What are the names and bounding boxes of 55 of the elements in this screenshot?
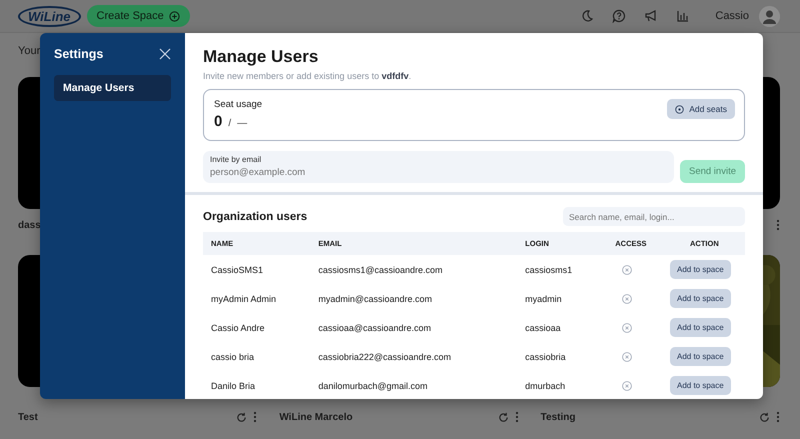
close-icon[interactable] bbox=[159, 48, 171, 60]
table-cell: cassiosms1@cassioandre.com bbox=[310, 255, 518, 284]
megaphone-icon[interactable] bbox=[644, 9, 658, 23]
subtitle: Invite new members or add existing users to vdfdfv. bbox=[203, 71, 412, 81]
page-heading: Your bbox=[18, 45, 40, 57]
field-label: Invite by email bbox=[210, 155, 262, 164]
table-cell-text: dmurbach bbox=[524, 380, 566, 392]
table-cell-text: cassiobria bbox=[524, 350, 567, 364]
table-cell-text: cassiobria222@cassioandre.com bbox=[317, 350, 452, 364]
create-space-button[interactable]: Create Space bbox=[86, 5, 190, 27]
page-title: Manage Users bbox=[203, 47, 318, 67]
table-cell-text: cassioaa bbox=[524, 322, 562, 334]
table-cell-text: cassioaa@cassioandre.com bbox=[317, 322, 432, 334]
table-cell-text: myadmin@cassioandre.com bbox=[317, 292, 434, 306]
email-input[interactable]: person@example.com bbox=[210, 167, 667, 178]
table-cell-text: myAdmin Admin bbox=[210, 292, 278, 306]
add-to-space-button[interactable]: Add to space bbox=[670, 289, 731, 308]
more-icon[interactable] bbox=[253, 411, 258, 423]
table-cell-text: Danilo Bria bbox=[210, 380, 256, 392]
table-cell-text: cassio bria bbox=[210, 350, 256, 364]
space-name: WiLine Marcelo bbox=[279, 412, 354, 423]
refresh-icon[interactable] bbox=[236, 412, 248, 423]
space-name: Test bbox=[18, 412, 39, 423]
add-to-space-button[interactable]: Add to space bbox=[670, 376, 731, 395]
more-icon[interactable] bbox=[776, 411, 780, 423]
target-icon bbox=[675, 104, 684, 114]
seat-total: — bbox=[237, 118, 248, 129]
table-cell-text: danilomurbach@gmail.com bbox=[317, 380, 429, 393]
more-icon[interactable] bbox=[776, 219, 780, 231]
invite-field[interactable]: Invite by email person@example.com bbox=[203, 151, 674, 183]
table-cell-text: myadmin bbox=[524, 292, 563, 306]
table-cell-text: Cassio Andre bbox=[210, 322, 266, 334]
refresh-icon[interactable] bbox=[758, 412, 770, 423]
space-name: Testing bbox=[540, 412, 576, 423]
user-name: Cassio bbox=[715, 10, 749, 22]
separator: / bbox=[228, 118, 232, 129]
add-to-space-button[interactable]: Add to space bbox=[670, 260, 731, 279]
seat-usage-label: Seat usage bbox=[214, 99, 262, 110]
menu-item[interactable]: Manage Users bbox=[54, 75, 171, 101]
add-seats-button[interactable]: Add seats bbox=[667, 99, 735, 119]
refresh-icon[interactable] bbox=[498, 412, 509, 423]
moon-icon[interactable] bbox=[580, 9, 594, 23]
section-title: Organization users bbox=[203, 210, 308, 222]
space-name: dass bbox=[18, 220, 42, 230]
search-field[interactable]: Search name, email, login... bbox=[563, 207, 745, 226]
bar-chart-icon[interactable] bbox=[676, 9, 690, 23]
add-to-space-button[interactable]: Add to space bbox=[670, 347, 731, 366]
help-icon[interactable] bbox=[612, 9, 626, 23]
more-icon[interactable] bbox=[514, 411, 519, 423]
add-to-space-button[interactable]: Add to space bbox=[670, 318, 731, 337]
settings-title: Settings bbox=[54, 47, 104, 61]
seat-count: 0 bbox=[214, 113, 222, 130]
plus-icon bbox=[168, 10, 180, 22]
table-cell: CassioSMS1 bbox=[203, 255, 310, 284]
table-cell: cassiosms1 bbox=[517, 255, 598, 284]
